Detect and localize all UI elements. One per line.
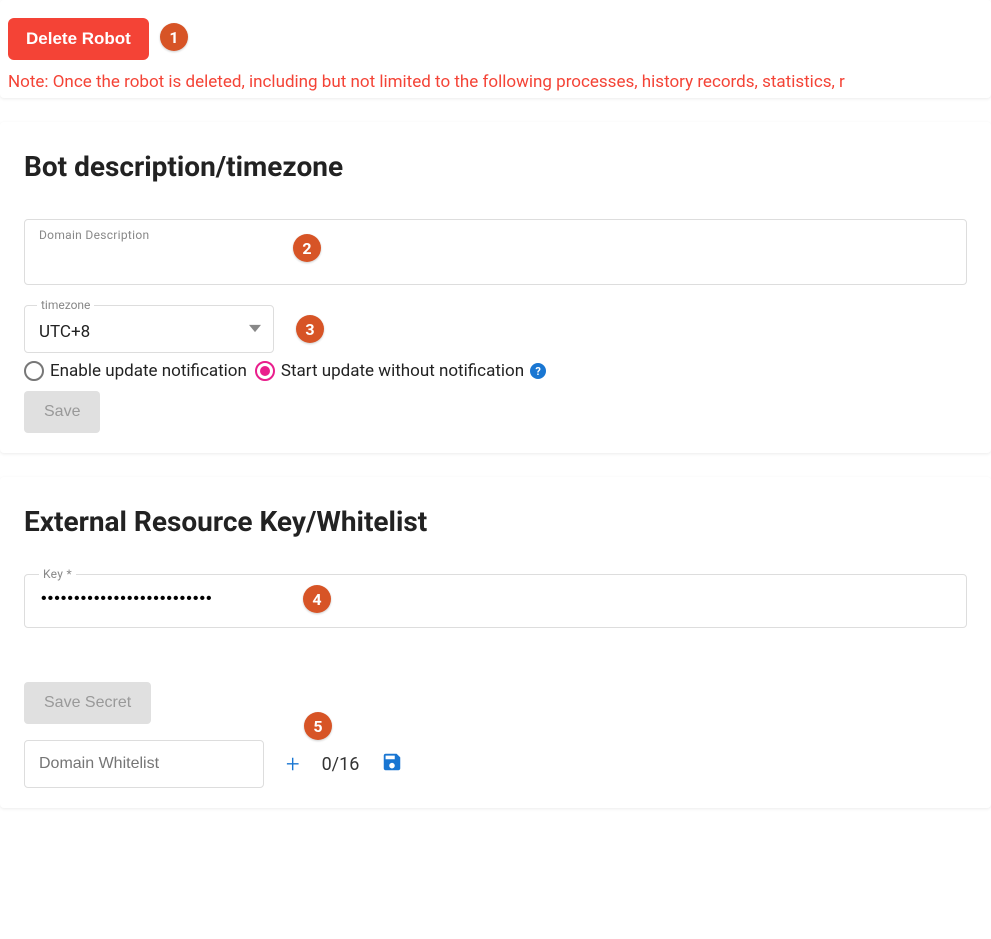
help-icon[interactable]: ? (530, 363, 546, 379)
radio-start-label: Start update without notification (281, 361, 524, 381)
chevron-down-icon (249, 320, 261, 339)
external-resource-section: External Resource Key/Whitelist Key * 4 … (0, 477, 991, 808)
step-marker-5: 5 (304, 712, 332, 740)
key-label: Key * (39, 567, 76, 581)
section-heading-description: Bot description/timezone (24, 150, 967, 183)
key-field[interactable]: Key * 4 (24, 574, 967, 628)
radio-enable-label: Enable update notification (50, 361, 247, 381)
domain-description-label: Domain Description (39, 228, 149, 242)
step-marker-3: 3 (296, 315, 324, 343)
step-marker-1: 1 (160, 23, 188, 51)
add-whitelist-icon[interactable]: + (286, 750, 300, 778)
save-secret-button: Save Secret (24, 682, 151, 724)
bot-description-section: Bot description/timezone Domain Descript… (0, 122, 991, 453)
timezone-value: UTC+8 (39, 322, 90, 342)
timezone-select[interactable]: timezone UTC+8 (24, 305, 274, 353)
step-marker-2: 2 (293, 234, 321, 262)
save-disk-icon[interactable] (381, 751, 403, 777)
radio-enable-notification[interactable] (24, 361, 44, 381)
domain-description-field[interactable]: Domain Description 2 (24, 219, 967, 285)
whitelist-count: 0/16 (322, 754, 360, 775)
save-button: Save (24, 391, 100, 433)
notification-radio-group: Enable update notification Start update … (24, 361, 967, 381)
domain-description-input[interactable] (39, 246, 952, 266)
delete-warning-text: Note: Once the robot is deleted, includi… (8, 72, 983, 92)
delete-robot-button[interactable]: Delete Robot (8, 18, 149, 60)
step-marker-4: 4 (303, 585, 331, 613)
domain-whitelist-input[interactable] (24, 740, 264, 788)
radio-start-without-notification[interactable] (255, 361, 275, 381)
delete-robot-section: Delete Robot 1 Note: Once the robot is d… (0, 0, 991, 98)
timezone-label: timezone (37, 298, 94, 312)
section-heading-external: External Resource Key/Whitelist (24, 505, 967, 538)
key-input[interactable] (39, 589, 952, 609)
